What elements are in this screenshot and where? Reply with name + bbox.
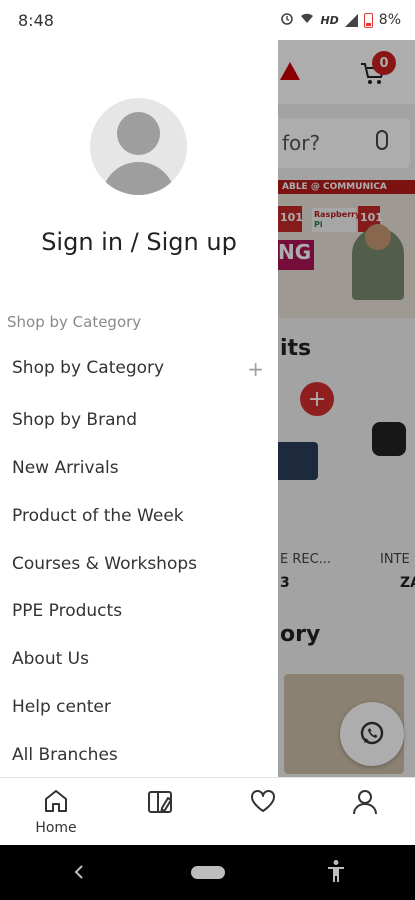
status-icons: HD 8% <box>280 11 401 29</box>
drawer-section-header: Shop by Category <box>7 313 142 331</box>
system-navigation-bar <box>0 845 415 900</box>
menu-item-new-arrivals[interactable]: New Arrivals <box>12 450 270 486</box>
menu-item-courses-workshops[interactable]: Courses & Workshops <box>12 546 270 582</box>
back-icon[interactable] <box>74 861 84 885</box>
menu-item-label: Courses & Workshops <box>12 554 197 574</box>
nav-wishlist[interactable] <box>223 788 303 818</box>
nav-account[interactable] <box>325 788 405 820</box>
menu-item-ppe-products[interactable]: PPE Products <box>12 593 270 629</box>
home-pill-icon[interactable] <box>191 866 225 879</box>
nav-catalog[interactable] <box>121 788 201 820</box>
avatar-icon[interactable] <box>90 98 187 195</box>
menu-item-all-branches[interactable]: All Branches <box>12 737 270 773</box>
menu-item-shop-by-brand[interactable]: Shop by Brand <box>12 402 270 438</box>
heart-icon <box>249 788 277 818</box>
bottom-navigation: Home <box>0 777 415 845</box>
alarm-icon <box>280 11 294 29</box>
menu-item-shop-by-category[interactable]: Shop by Category + <box>12 350 270 386</box>
home-icon <box>43 788 69 818</box>
nav-home-label: Home <box>35 820 77 836</box>
menu-item-label: PPE Products <box>12 601 123 621</box>
menu-item-label: Product of the Week <box>12 506 184 526</box>
battery-icon <box>363 12 373 28</box>
signal-icon <box>344 13 358 27</box>
menu-item-product-of-the-week[interactable]: Product of the Week <box>12 498 270 534</box>
battery-percent: 8% <box>378 12 401 28</box>
sign-in-link[interactable]: Sign in / Sign up <box>0 228 278 256</box>
expand-icon[interactable]: + <box>247 357 264 381</box>
nav-home[interactable]: Home <box>16 788 96 836</box>
menu-item-label: All Branches <box>12 745 118 765</box>
accessibility-icon[interactable] <box>326 859 346 887</box>
menu-item-label: Shop by Category <box>12 358 165 378</box>
menu-item-label: Help center <box>12 697 111 717</box>
menu-item-about-us[interactable]: About Us <box>12 641 270 677</box>
menu-item-label: About Us <box>12 649 89 669</box>
navigation-drawer: Sign in / Sign up Shop by Category Shop … <box>0 40 278 777</box>
wifi-icon <box>300 12 314 28</box>
catalog-icon <box>146 788 176 820</box>
menu-item-label: Shop by Brand <box>12 410 138 430</box>
menu-item-label: New Arrivals <box>12 458 119 478</box>
user-icon <box>351 788 379 820</box>
menu-item-help-center[interactable]: Help center <box>12 689 270 725</box>
network-type: HD <box>320 13 339 27</box>
status-time: 8:48 <box>18 10 54 30</box>
status-bar: 8:48 HD 8% <box>0 0 415 40</box>
